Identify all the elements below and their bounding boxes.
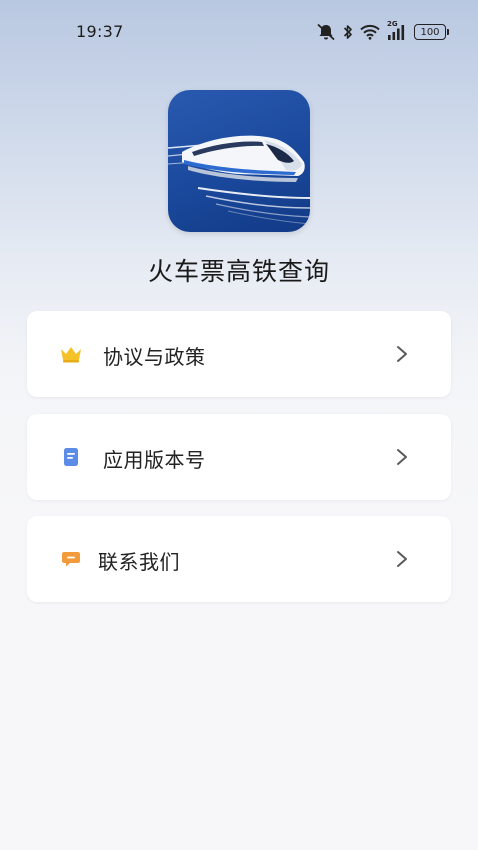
chevron-right-icon	[395, 344, 409, 364]
status-icons: 2G 100	[316, 20, 449, 42]
menu-item-label: 联系我们	[98, 550, 180, 574]
chevron-right-icon	[395, 549, 409, 569]
wifi-icon	[360, 24, 380, 40]
menu-item-label: 协议与政策	[103, 345, 206, 369]
crown-icon	[59, 344, 83, 364]
menu-item-label: 应用版本号	[103, 448, 206, 472]
mute-icon	[316, 23, 336, 41]
battery-level: 100	[420, 26, 440, 38]
app-name: 火车票高铁查询	[147, 257, 330, 286]
chevron-right-icon	[395, 447, 409, 467]
document-icon	[59, 447, 83, 467]
message-icon	[59, 549, 83, 569]
network-type-label: 2G	[387, 20, 398, 28]
high-speed-train-icon	[168, 135, 310, 225]
menu-item-contact-us[interactable]: 联系我们	[27, 516, 451, 602]
battery-icon: 100	[414, 24, 449, 40]
menu-item-agreement-policy[interactable]: 协议与政策	[27, 311, 451, 397]
status-time: 19:37	[76, 22, 124, 41]
status-bar: 19:37 2G 100	[0, 0, 478, 64]
menu-item-app-version[interactable]: 应用版本号	[27, 414, 451, 500]
app-logo	[168, 90, 310, 232]
cellular-signal-icon: 2G	[387, 20, 407, 41]
bluetooth-icon	[343, 23, 353, 41]
